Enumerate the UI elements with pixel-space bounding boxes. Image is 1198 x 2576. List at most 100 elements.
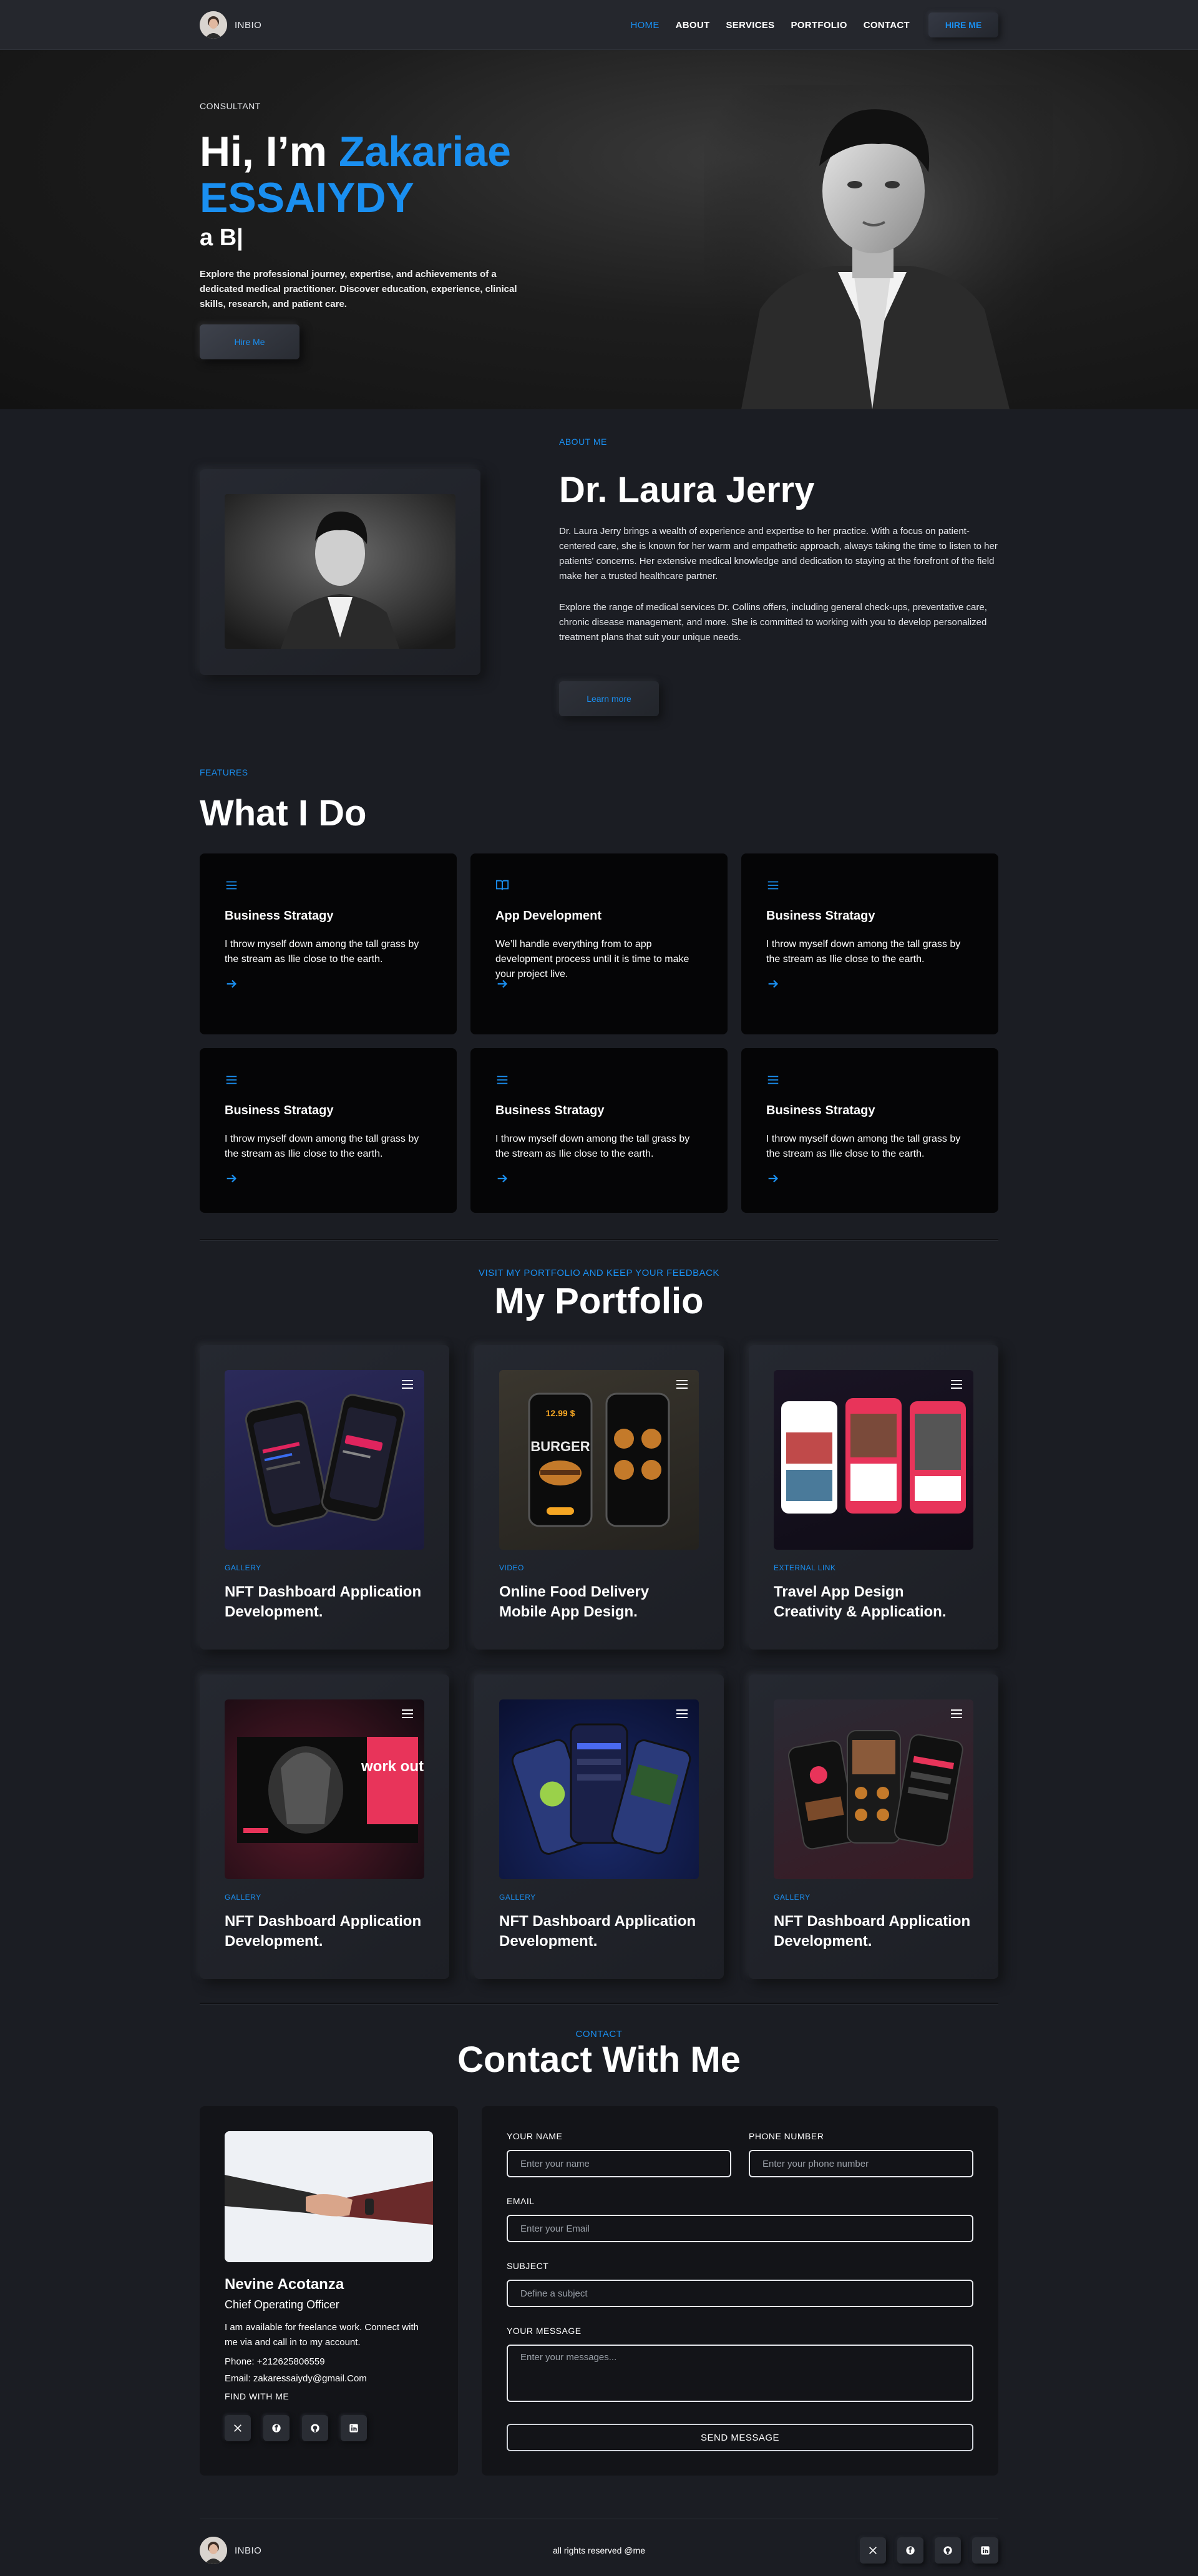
portfolio-image: 12.99 $ BURGER (499, 1370, 699, 1550)
arrow-right-icon[interactable] (225, 1172, 238, 1185)
contact-info-card: Nevine Acotanza Chief Operating Officer … (200, 2106, 458, 2476)
nav-link-services[interactable]: SERVICES (726, 20, 774, 31)
linkedin-icon[interactable] (341, 2415, 367, 2441)
menu-icon[interactable] (402, 1380, 413, 1389)
phone-input[interactable] (749, 2150, 973, 2177)
subject-input[interactable] (507, 2280, 973, 2307)
x-icon[interactable] (860, 2537, 886, 2564)
find-with-me-label: FIND WITH ME (225, 2391, 290, 2401)
nav-link-contact[interactable]: CONTACT (864, 20, 910, 31)
message-label: YOUR MESSAGE (507, 2326, 582, 2336)
feature-card[interactable]: Business Stratagy I throw myself down am… (741, 1048, 998, 1213)
menu-icon[interactable] (951, 1709, 962, 1718)
feature-card[interactable]: Business Stratagy I throw myself down am… (741, 853, 998, 1034)
portfolio-card[interactable]: 12.99 $ BURGER VIDEO Online Food Deliver… (474, 1345, 724, 1650)
hire-me-button[interactable]: HIRE ME (928, 12, 998, 37)
portfolio-image (499, 1699, 699, 1879)
portfolio-title-text[interactable]: NFT Dashboard Application Development. (225, 1582, 424, 1622)
nav-links: HOME ABOUT SERVICES PORTFOLIO CONTACT (630, 20, 910, 31)
feature-card[interactable]: Business Stratagy I throw myself down am… (470, 1048, 728, 1213)
github-icon[interactable] (302, 2415, 328, 2441)
learn-more-button[interactable]: Learn more (559, 681, 659, 716)
arrow-right-icon[interactable] (766, 1172, 780, 1185)
feature-text: I throw myself down among the tall grass… (225, 1134, 419, 1159)
portfolio-category: EXTERNAL LINK (774, 1563, 836, 1572)
portfolio-card[interactable]: EXTERNAL LINK Travel App Design Creativi… (749, 1345, 998, 1650)
portfolio-card[interactable]: GALLERY NFT Dashboard Application Develo… (474, 1674, 724, 1979)
brand[interactable]: INBIO (200, 11, 261, 39)
portfolio-grid: GALLERY NFT Dashboard Application Develo… (200, 1345, 998, 1979)
portfolio-title-text[interactable]: NFT Dashboard Application Development. (774, 1912, 973, 1951)
linkedin-icon[interactable] (972, 2537, 998, 2564)
contact-socials (225, 2415, 433, 2441)
contact-kicker: CONTACT (575, 2029, 623, 2039)
menu-icon[interactable] (676, 1709, 688, 1718)
github-icon[interactable] (935, 2537, 961, 2564)
menu-icon[interactable] (402, 1709, 413, 1718)
about-section: ABOUT ME Dr. Laura Jerry Dr. Laura Jerry… (200, 409, 998, 749)
nav-link-home[interactable]: HOME (630, 20, 659, 31)
footer-socials (860, 2537, 998, 2564)
feature-text: I throw myself down among the tall grass… (766, 1134, 961, 1159)
feature-card[interactable]: Business Stratagy I throw myself down am… (200, 1048, 457, 1213)
feature-title: Business Stratagy (225, 909, 334, 923)
arrow-right-icon[interactable] (495, 977, 509, 991)
menu-icon[interactable] (951, 1380, 962, 1389)
menu-icon (226, 881, 237, 890)
menu-icon (226, 1076, 237, 1084)
features-grid: Business Stratagy I throw myself down am… (200, 853, 998, 1213)
portfolio-category: VIDEO (499, 1563, 524, 1572)
contact-person-text: I am available for freelance work. Conne… (225, 2322, 419, 2348)
feature-title: Business Stratagy (766, 909, 875, 923)
menu-icon[interactable] (676, 1380, 688, 1389)
footer-brand[interactable]: INBIO (200, 2537, 261, 2564)
contact-person-role: Chief Operating Officer (225, 2298, 339, 2311)
about-image-card (200, 469, 480, 675)
feature-title: Business Stratagy (495, 1104, 605, 1117)
hero-portrait (704, 85, 1053, 409)
feature-text: I throw myself down among the tall grass… (495, 1134, 690, 1159)
arrow-right-icon[interactable] (766, 977, 780, 991)
name-label: YOUR NAME (507, 2131, 563, 2141)
portfolio-title-text[interactable]: Online Food Delivery Mobile App Design. (499, 1582, 699, 1622)
message-textarea[interactable] (507, 2345, 973, 2402)
send-message-button[interactable]: SEND MESSAGE (507, 2424, 973, 2451)
portfolio-card[interactable]: GALLERY NFT Dashboard Application Develo… (749, 1674, 998, 1979)
about-name: Dr. Laura Jerry (559, 470, 815, 510)
hire-me-hero-button[interactable]: Hire Me (200, 324, 300, 359)
portfolio-card[interactable]: GALLERY NFT Dashboard Application Develo… (200, 1345, 449, 1650)
feature-text: I throw myself down among the tall grass… (225, 939, 419, 965)
contact-form: YOUR NAME PHONE NUMBER EMAIL SUBJECT YOU… (482, 2106, 998, 2476)
about-kicker: ABOUT ME (559, 437, 607, 447)
arrow-right-icon[interactable] (225, 977, 238, 991)
facebook-icon[interactable] (263, 2415, 290, 2441)
portfolio-image: work out (225, 1699, 424, 1879)
email-input[interactable] (507, 2215, 973, 2242)
phone-label: PHONE NUMBER (749, 2131, 824, 2141)
portfolio-title-text[interactable]: NFT Dashboard Application Development. (499, 1912, 699, 1951)
portfolio-title-text[interactable]: NFT Dashboard Application Development. (225, 1912, 424, 1951)
nav-link-about[interactable]: ABOUT (676, 20, 710, 31)
feature-card[interactable]: App Development We’ll handle everything … (470, 853, 728, 1034)
arrow-right-icon[interactable] (495, 1172, 509, 1185)
nav-link-portfolio[interactable]: PORTFOLIO (791, 20, 847, 31)
portfolio-title-text[interactable]: Travel App Design Creativity & Applicati… (774, 1582, 973, 1622)
menu-icon (767, 881, 779, 890)
about-paragraph-1: Dr. Laura Jerry brings a wealth of exper… (559, 526, 998, 581)
facebook-icon[interactable] (897, 2537, 923, 2564)
features-title: What I Do (200, 793, 367, 834)
about-portrait (225, 494, 455, 649)
feature-title: Business Stratagy (766, 1104, 875, 1117)
portfolio-title: My Portfolio (494, 1281, 704, 1321)
hero-section: CONSULTANT Hi, I’m Zakariae ESSAIYDY a B… (0, 50, 1198, 409)
portfolio-image (774, 1699, 973, 1879)
portfolio-card[interactable]: work out GALLERY NFT Dashboard Applicati… (200, 1674, 449, 1979)
feature-text: I throw myself down among the tall grass… (766, 939, 961, 965)
feature-card[interactable]: Business Stratagy I throw myself down am… (200, 853, 457, 1034)
x-icon[interactable] (225, 2415, 251, 2441)
name-input[interactable] (507, 2150, 731, 2177)
contact-email: Email: zakaressaiydy@gmail.Com (225, 2373, 367, 2384)
footer: INBIO all rights reserved @me (200, 2533, 998, 2568)
portfolio-category: GALLERY (499, 1893, 536, 1902)
contact-phone: Phone: +212625806559 (225, 2356, 325, 2367)
